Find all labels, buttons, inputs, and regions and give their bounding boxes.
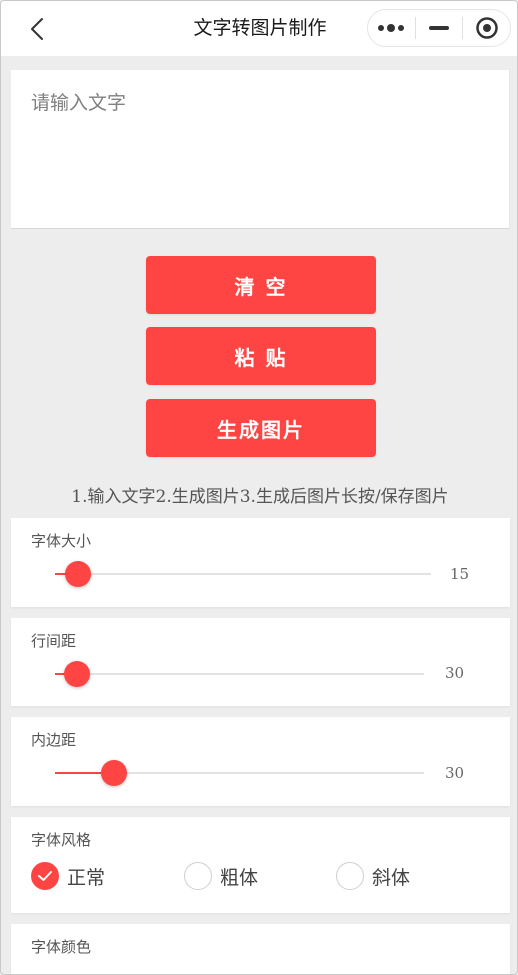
font-size-slider-thumb[interactable] <box>64 561 91 587</box>
minimize-button[interactable] <box>416 10 463 46</box>
font-style-label: 字体风格 <box>31 831 92 849</box>
paste-button[interactable]: 粘 贴 <box>146 327 376 385</box>
line-spacing-slider-thumb[interactable] <box>64 661 91 687</box>
checkmark-icon <box>38 871 52 881</box>
target-close-icon <box>475 17 498 39</box>
navigation-bar: 文字转图片制作 <box>1 1 517 56</box>
font-size-value: 15 <box>450 565 470 583</box>
text-input-container <box>11 70 510 229</box>
font-color-label: 字体颜色 <box>31 938 92 956</box>
text-input[interactable] <box>11 70 509 228</box>
font-color-card: 字体颜色 <box>11 924 510 974</box>
minus-icon <box>429 26 449 30</box>
back-button[interactable] <box>25 15 49 43</box>
radio-label-bold: 粗体 <box>220 866 259 889</box>
padding-label: 内边距 <box>31 731 77 749</box>
font-size-card: 字体大小 15 <box>11 518 510 607</box>
line-spacing-slider[interactable] <box>55 661 424 687</box>
padding-slider[interactable] <box>55 760 424 786</box>
radio-label-italic: 斜体 <box>372 866 411 889</box>
radio-italic[interactable]: 斜体 <box>336 862 410 890</box>
padding-slider-thumb[interactable] <box>101 760 128 786</box>
font-size-label: 字体大小 <box>31 532 92 550</box>
chevron-left-icon <box>31 18 43 40</box>
radio-circle[interactable] <box>184 862 212 890</box>
line-spacing-label: 行间距 <box>31 632 77 650</box>
radio-circle[interactable] <box>336 862 364 890</box>
instructions-text: 1.输入文字2.生成图片3.生成后图片长按/保存图片 <box>71 487 449 507</box>
radio-normal[interactable]: 正常 <box>31 862 105 890</box>
padding-value: 30 <box>445 764 465 782</box>
padding-card: 内边距 30 <box>11 717 510 806</box>
line-spacing-value: 30 <box>445 664 465 682</box>
radio-label-normal: 正常 <box>67 866 106 889</box>
more-button[interactable] <box>368 10 415 46</box>
more-dots-icon <box>378 24 405 32</box>
clear-button[interactable]: 清 空 <box>146 256 376 314</box>
font-size-slider[interactable] <box>55 561 431 587</box>
close-button[interactable] <box>463 10 510 46</box>
font-style-card: 字体风格 正常 粗体 斜体 <box>11 817 510 913</box>
app-frame: 文字转图片制作 请输入文字 清 空 粘 贴 生成图片 1.输入文字2.生成图片3… <box>0 0 518 975</box>
generate-image-button[interactable]: 生成图片 <box>146 399 376 457</box>
radio-circle-checked[interactable] <box>31 862 59 890</box>
radio-bold[interactable]: 粗体 <box>184 862 258 890</box>
mini-program-capsule <box>367 9 511 47</box>
line-spacing-card: 行间距 30 <box>11 618 510 706</box>
